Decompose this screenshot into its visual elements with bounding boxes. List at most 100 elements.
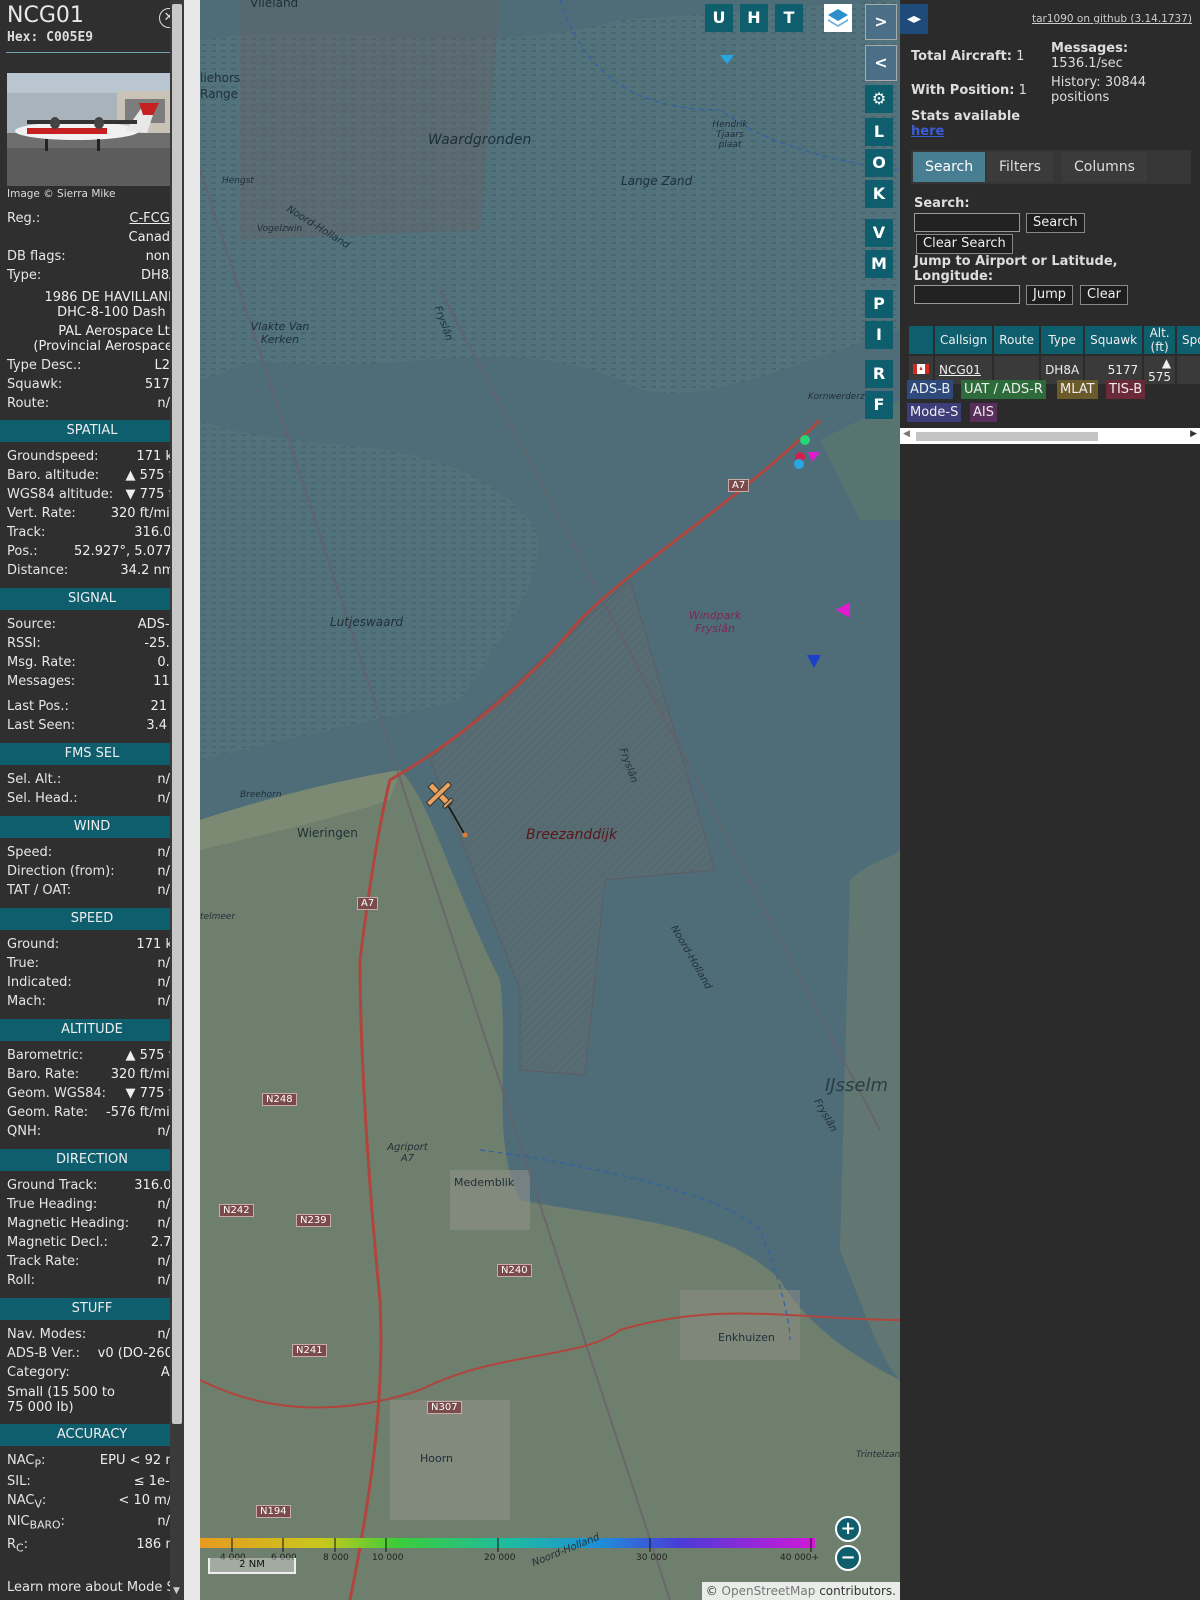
chevron-left-icon[interactable]: < <box>865 45 897 81</box>
learn-more-text[interactable]: Learn more about Mode S <box>7 1580 175 1595</box>
label-sub: P <box>34 1457 41 1471</box>
row-label: Magnetic Decl.: <box>7 1235 108 1250</box>
tab-search[interactable]: Search <box>913 152 986 182</box>
chevron-right-icon[interactable]: > <box>865 4 897 40</box>
route-label: Route: <box>7 396 50 411</box>
tab-filters[interactable]: Filters <box>987 152 1053 182</box>
zoom-out-icon[interactable]: − <box>835 1545 861 1571</box>
info-scrollbar[interactable]: ▼ <box>170 0 184 1600</box>
row-label: Nav. Modes: <box>7 1327 87 1342</box>
layers-icon[interactable] <box>824 4 852 32</box>
row-label: Last Seen: <box>7 718 76 733</box>
hscroll-thumb[interactable] <box>916 432 1098 441</box>
search-input[interactable] <box>914 213 1020 232</box>
col-header-altitude[interactable]: Alt. (ft) <box>1144 326 1176 354</box>
section-fms: FMS SEL <box>0 743 184 765</box>
col-header-route[interactable]: Route <box>994 326 1040 354</box>
spatial-row: Pos.: 52.927°, 5.077° <box>7 544 178 562</box>
section-wind: WIND <box>0 816 184 838</box>
direction-row: Roll: n/a <box>7 1273 178 1291</box>
toggle-button-o[interactable]: O <box>865 149 893 177</box>
toggle-button-r[interactable]: R <box>865 360 893 388</box>
row-label: Baro. altitude: <box>7 468 100 483</box>
row-label: Baro. Rate: <box>7 1067 80 1082</box>
col-header-type[interactable]: Type <box>1041 326 1084 354</box>
panel-splitter[interactable] <box>184 0 200 1600</box>
direction-row: Magnetic Heading: n/a <box>7 1216 178 1234</box>
toggle-button-f[interactable]: F <box>865 391 893 419</box>
country-row: Canada <box>7 230 178 248</box>
map-label: Vlakte Van Kerken <box>250 320 310 346</box>
toggle-button-l[interactable]: L <box>865 118 893 146</box>
section-spatial: SPATIAL <box>0 420 184 442</box>
road-shield: N240 <box>497 1264 532 1277</box>
scroll-right-icon[interactable]: ▶ <box>1190 429 1197 439</box>
chip-uat[interactable]: UAT / ADS-R <box>961 380 1046 399</box>
attribution-prefix: © <box>705 1584 722 1598</box>
github-link[interactable]: tar1090 on github (3.14.1737) <box>1032 13 1192 25</box>
expand-collapse-icon[interactable]: ◂▸ <box>900 4 928 34</box>
learn-more-link[interactable]: Learn more about Mode S <box>7 1580 178 1598</box>
row-label: ADS-B Ver.: <box>7 1346 80 1361</box>
map-label: Trintelzand <box>856 1450 900 1460</box>
chip-adsb[interactable]: ADS-B <box>907 380 954 399</box>
col-header-speed[interactable]: Spd <box>1177 326 1200 354</box>
chip-tisb[interactable]: TIS-B <box>1106 380 1146 399</box>
col-header-flag[interactable] <box>909 326 933 354</box>
row-label: Indicated: <box>7 975 72 990</box>
toggle-button-u[interactable]: U <box>705 4 733 32</box>
reg-label: Reg.: <box>7 211 41 226</box>
row-value: v0 (DO-260) <box>97 1346 178 1361</box>
toggle-button-m[interactable]: M <box>865 250 893 278</box>
chip-mlat[interactable]: MLAT <box>1057 380 1098 399</box>
map-label: Windpark Fryslân <box>688 609 742 635</box>
total-aircraft: Total Aircraft: 1 <box>911 49 1024 64</box>
scroll-left-icon[interactable]: ◀ <box>903 429 910 439</box>
map-label: Vlieland <box>250 0 299 10</box>
aircraft-photo[interactable] <box>7 73 178 186</box>
stats-link[interactable]: here <box>911 124 944 139</box>
col-header-callsign[interactable]: Callsign <box>935 326 993 354</box>
row-label: Direction (from): <box>7 864 115 879</box>
signal-row: Source: ADS-B <box>7 617 178 635</box>
row-label: True: <box>7 956 39 971</box>
stuff-row: Nav. Modes: n/a <box>7 1327 178 1345</box>
clear-button[interactable]: Clear <box>1080 285 1128 305</box>
row-label: True Heading: <box>7 1197 98 1212</box>
table-hscroll[interactable]: ◀ ▶ <box>900 428 1200 444</box>
row-label: Ground: <box>7 937 60 952</box>
jump-button[interactable]: Jump <box>1026 285 1073 305</box>
map-view[interactable]: Vlieland liehors Range Waardgronden Lang… <box>200 0 900 1600</box>
search-button[interactable]: Search <box>1026 213 1085 233</box>
row-label: Barometric: <box>7 1048 84 1063</box>
zoom-in-icon[interactable]: + <box>835 1516 861 1542</box>
direction-row: True Heading: n/a <box>7 1197 178 1215</box>
gear-icon[interactable]: ⚙ <box>865 85 893 113</box>
toggle-button-k[interactable]: K <box>865 180 893 208</box>
type-row: Type: DH8A <box>7 268 178 286</box>
scrollbar-thumb[interactable] <box>172 4 182 1424</box>
toggle-button-i[interactable]: I <box>865 321 893 349</box>
toggle-button-v[interactable]: V <box>865 219 893 247</box>
col-header-squawk[interactable]: Squawk <box>1085 326 1143 354</box>
jump-input[interactable] <box>914 285 1020 304</box>
osm-link[interactable]: OpenStreetMap <box>722 1584 816 1598</box>
scroll-down-icon[interactable]: ▼ <box>173 1586 180 1596</box>
row-label: Speed: <box>7 845 53 860</box>
colorbar-tick: 8 000 <box>323 1553 349 1563</box>
toggle-button-t[interactable]: T <box>775 4 803 32</box>
model-line1: 1986 DE HAVILLAND <box>44 290 178 305</box>
toggle-button-p[interactable]: P <box>865 290 893 318</box>
chip-ais[interactable]: AIS <box>970 403 997 422</box>
section-signal: SIGNAL <box>0 588 184 610</box>
altitude-row: Geom. WGS84: ▼ 775 ft <box>7 1086 178 1104</box>
toggle-button-h[interactable]: H <box>740 4 768 32</box>
map-attribution: © OpenStreetMap contributors. <box>701 1582 900 1600</box>
wind-row: TAT / OAT: n/a <box>7 883 178 901</box>
aircraft-callsign: NCG01 <box>7 3 84 28</box>
chip-modes[interactable]: Mode-S <box>907 403 962 422</box>
altitude-row: QNH: n/a <box>7 1124 178 1142</box>
tab-columns[interactable]: Columns <box>1062 152 1147 182</box>
clear-search-button[interactable]: Clear Search <box>916 234 1013 254</box>
spatial-row: Distance: 34.2 nmi <box>7 563 178 581</box>
